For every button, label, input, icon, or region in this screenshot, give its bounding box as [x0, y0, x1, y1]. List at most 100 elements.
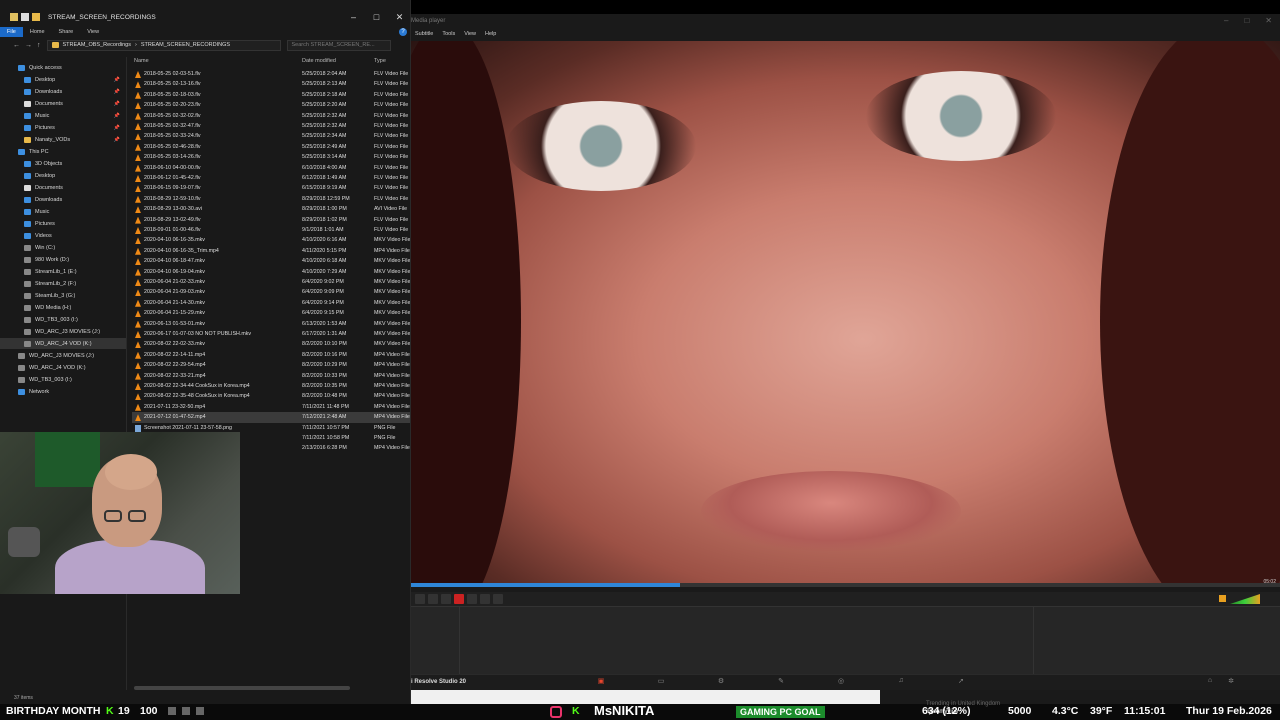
- nav-item[interactable]: Documents: [0, 182, 126, 193]
- maximize-button[interactable]: □: [1244, 16, 1249, 25]
- file-row[interactable]: 2018-05-25 02-32-47.flv 5/25/2018 2:32 AM…: [132, 121, 410, 131]
- nav-item[interactable]: WD_ARC_J3 MOVIES (J:): [0, 350, 126, 361]
- file-row[interactable]: 2018-05-25 02-46-28.flv 5/25/2018 2:49 AM…: [132, 142, 410, 152]
- file-row[interactable]: 2018-05-25 02-13-16.flv 5/25/2018 2:13 AM…: [132, 79, 410, 89]
- minimize-button[interactable]: –: [1224, 16, 1228, 25]
- file-row[interactable]: 2018-08-29 13-02-49.flv 8/29/2018 1:02 PM…: [132, 215, 410, 225]
- gear-icon[interactable]: ✲: [1228, 677, 1234, 685]
- column-header-name[interactable]: Name: [134, 58, 149, 64]
- menu-help[interactable]: Help: [485, 31, 496, 37]
- folder-icon[interactable]: [32, 13, 40, 21]
- file-row[interactable]: 2018-05-25 02-20-23.flv 5/25/2018 2:20 AM…: [132, 100, 410, 110]
- menu-tools[interactable]: Tools: [442, 31, 455, 37]
- file-row[interactable]: 2020-08-02 22-33-21.mp4 8/2/2020 10:33 PM…: [132, 371, 410, 381]
- nav-item[interactable]: Nanaty_VODs 📌: [0, 134, 126, 145]
- nav-item[interactable]: WD_TB3_003 (I:): [0, 374, 126, 385]
- nav-item[interactable]: WD_TB3_003 (I:): [0, 314, 126, 325]
- video-frame[interactable]: [411, 41, 1280, 583]
- file-row[interactable]: 2018-08-29 12-59-10.flv 8/29/2018 12:59 P…: [132, 194, 410, 204]
- menu-view[interactable]: View: [464, 31, 476, 37]
- pin-icon[interactable]: 📌: [114, 137, 120, 143]
- file-row[interactable]: 2020-06-13 01-53-01.mkv 6/13/2020 1:53 AM…: [132, 319, 410, 329]
- breadcrumb-item[interactable]: STREAM_OBS_Recordings: [63, 42, 131, 48]
- nav-item[interactable]: Downloads 📌: [0, 86, 126, 97]
- nav-item[interactable]: Videos: [0, 230, 126, 241]
- nav-item[interactable]: Win (C:): [0, 242, 126, 253]
- file-row[interactable]: 2018-05-25 02-18-03.flv 5/25/2018 2:18 AM…: [132, 90, 410, 100]
- app-icon[interactable]: [182, 707, 190, 716]
- home-icon[interactable]: ⌂: [1208, 677, 1212, 685]
- help-icon[interactable]: ?: [399, 27, 407, 36]
- nav-item[interactable]: Documents 📌: [0, 98, 126, 109]
- explorer-titlebar[interactable]: STREAM_SCREEN_RECORDINGS – □ ✕: [0, 8, 410, 26]
- file-row[interactable]: 2018-09-01 01-00-46.flv 9/1/2018 1:01 AM F…: [132, 225, 410, 235]
- pin-icon[interactable]: 📌: [114, 113, 120, 119]
- file-row[interactable]: 2018-05-25 03-14-26.flv 5/25/2018 3:14 AM…: [132, 152, 410, 162]
- file-row[interactable]: 2020-06-04 21-14-30.mkv 6/4/2020 9:14 PM M…: [132, 298, 410, 308]
- snapshot-button[interactable]: [467, 594, 477, 604]
- nav-item[interactable]: Pictures 📌: [0, 122, 126, 133]
- pin-icon[interactable]: 📌: [114, 101, 120, 107]
- pin-icon[interactable]: 📌: [114, 125, 120, 131]
- nav-item[interactable]: WD_ARC_J3 MOVIES (J:): [0, 326, 126, 337]
- frame-step-button[interactable]: [493, 594, 503, 604]
- column-header-date[interactable]: Date modified: [302, 58, 336, 64]
- file-row[interactable]: 2020-04-10 06-16-35.mkv 4/10/2020 6:16 AM…: [132, 235, 410, 245]
- pin-icon[interactable]: 📌: [114, 77, 120, 83]
- deliver-page-icon[interactable]: ➚: [955, 677, 967, 687]
- tab-home[interactable]: Home: [23, 27, 52, 37]
- breadcrumb[interactable]: STREAM_OBS_Recordings › STREAM_SCREEN_RE…: [46, 39, 281, 51]
- edit-page-icon[interactable]: ▣: [595, 677, 607, 687]
- stop-button[interactable]: [428, 594, 438, 604]
- loop-button[interactable]: [480, 594, 490, 604]
- up-arrow-icon[interactable]: ↑: [37, 42, 41, 49]
- nav-item[interactable]: 3D Objects: [0, 158, 126, 169]
- shuffle-button[interactable]: [441, 594, 451, 604]
- column-header-type[interactable]: Type: [374, 58, 386, 64]
- file-row[interactable]: 2020-04-10 06-16-35_Trim.mp4 4/11/2020 5:…: [132, 246, 410, 256]
- app-icon[interactable]: [168, 707, 176, 716]
- tab-file[interactable]: File: [0, 26, 23, 37]
- nav-item[interactable]: Network: [0, 386, 126, 397]
- file-row[interactable]: 2018-06-10 04-00-00.flv 6/10/2018 4:00 AM…: [132, 163, 410, 173]
- nav-item[interactable]: StreamLib_2 (F:): [0, 278, 126, 289]
- nav-item[interactable]: Downloads: [0, 194, 126, 205]
- seek-bar[interactable]: 05:02: [411, 579, 1280, 587]
- search-input[interactable]: Search STREAM_SCREEN_RE...: [286, 39, 391, 51]
- nav-item[interactable]: 980 Work (D:): [0, 254, 126, 265]
- file-row[interactable]: 2020-06-04 21-02-33.mkv 6/4/2020 9:02 PM M…: [132, 277, 410, 287]
- file-row[interactable]: 2020-06-17 01-07-03 NO NOT PUBLISH.mkv 6/…: [132, 329, 410, 339]
- file-row[interactable]: 2020-04-10 06-18-47.mkv 4/10/2020 6:18 AM…: [132, 256, 410, 266]
- nav-item[interactable]: WD Media (H:): [0, 302, 126, 313]
- volume-slider[interactable]: [1230, 594, 1260, 604]
- file-row[interactable]: 2018-06-15 09-19-07.flv 6/15/2018 9:19 AM…: [132, 183, 410, 193]
- file-row[interactable]: 2020-08-02 22-02-33.mkv 8/2/2020 10:10 PM…: [132, 339, 410, 349]
- nav-item[interactable]: This PC: [0, 146, 126, 157]
- record-button[interactable]: [454, 594, 464, 604]
- file-row[interactable]: 2018-05-25 02-33-24.flv 5/25/2018 2:34 AM…: [132, 131, 410, 141]
- pin-icon[interactable]: 📌: [114, 89, 120, 95]
- forward-arrow-icon[interactable]: →: [25, 42, 32, 49]
- file-row[interactable]: 2020-04-10 06-19-04.mkv 4/10/2020 7:29 AM…: [132, 267, 410, 277]
- file-row[interactable]: 2021-07-12 01-47-52.mp4 7/12/2021 2:48 AM…: [132, 412, 410, 423]
- file-row[interactable]: 2020-06-04 21-09-03.mkv 6/4/2020 9:09 PM M…: [132, 287, 410, 297]
- file-row[interactable]: 2020-08-02 22-14-11.mp4 8/2/2020 10:16 PM…: [132, 350, 410, 360]
- nav-item[interactable]: WD_ARC_J4 VOD (K:): [0, 362, 126, 373]
- nav-item[interactable]: Music: [0, 206, 126, 217]
- nav-item[interactable]: Desktop: [0, 170, 126, 181]
- tab-view[interactable]: View: [80, 27, 106, 37]
- fusion-page-icon[interactable]: ⚙: [715, 677, 727, 687]
- app-icon[interactable]: [196, 707, 204, 716]
- nav-item[interactable]: Quick access: [0, 62, 126, 73]
- horizontal-scrollbar[interactable]: [134, 686, 350, 690]
- minimize-button[interactable]: –: [342, 12, 365, 23]
- close-button[interactable]: ✕: [1265, 16, 1272, 25]
- file-row[interactable]: 2018-08-29 13-00-30.avi 8/29/2018 1:00 PM…: [132, 204, 410, 214]
- speaker-icon[interactable]: [1219, 595, 1226, 602]
- nav-item[interactable]: WD_ARC_J4 VOD (K:): [0, 338, 126, 349]
- file-row[interactable]: 2020-08-02 22-35-48 CookSux in Korea.mp4…: [132, 391, 410, 401]
- menu-subtitle[interactable]: Subtitle: [415, 31, 433, 37]
- file-row[interactable]: 2018-06-12 01-45-42.flv 6/12/2018 1:49 AM…: [132, 173, 410, 183]
- close-button[interactable]: ✕: [388, 12, 410, 23]
- music-note-icon[interactable]: ♫: [895, 677, 907, 687]
